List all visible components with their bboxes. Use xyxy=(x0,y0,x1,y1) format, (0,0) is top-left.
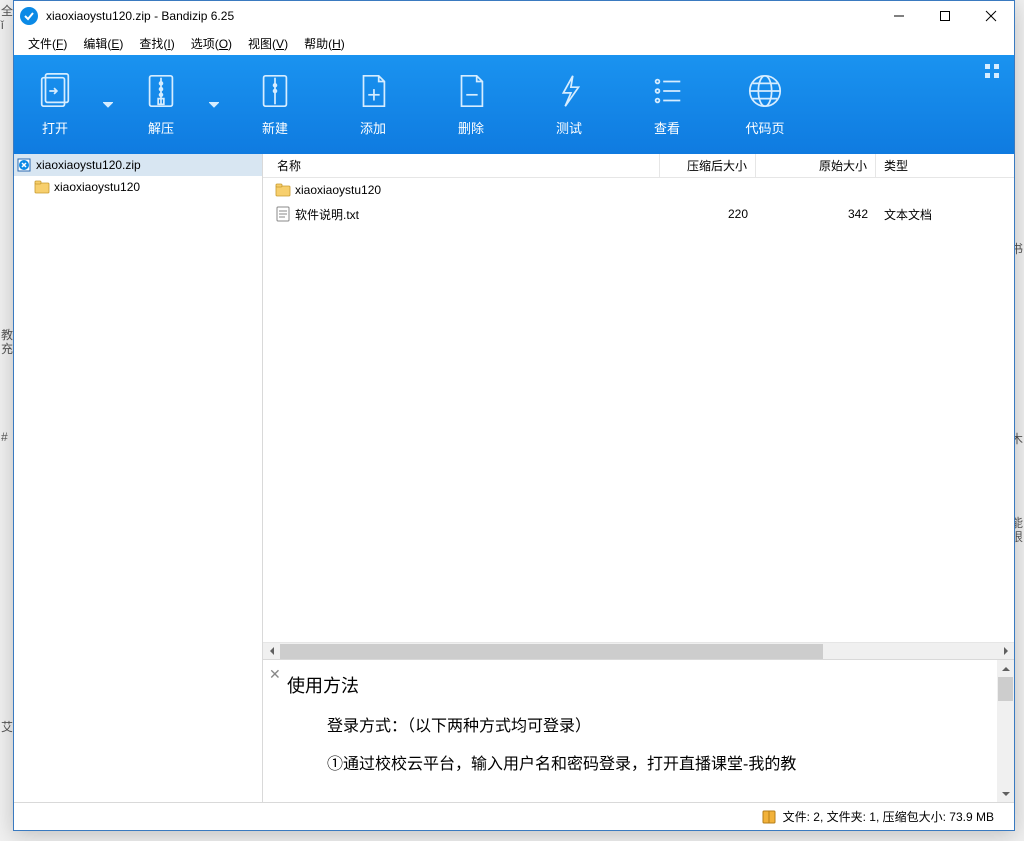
preview-title: 使用方法 xyxy=(287,672,990,698)
view-icon xyxy=(648,72,686,110)
open-dropdown[interactable] xyxy=(96,55,120,154)
toolbar-grid-icon[interactable] xyxy=(984,63,1002,81)
extract-icon xyxy=(142,72,180,110)
app-icon xyxy=(20,7,38,25)
text-file-icon xyxy=(275,206,291,222)
minimize-button[interactable] xyxy=(876,1,922,31)
tree-child[interactable]: xiaoxiaoystu120 xyxy=(14,176,262,198)
menu-help[interactable]: 帮助(H) xyxy=(296,33,353,54)
scroll-up-icon[interactable] xyxy=(997,660,1014,677)
file-name: xiaoxiaoystu120 xyxy=(295,183,660,197)
zip-icon xyxy=(16,157,32,173)
window-title: xiaoxiaoystu120.zip - Bandizip 6.25 xyxy=(46,9,234,23)
scroll-left-icon[interactable] xyxy=(263,643,280,660)
titlebar[interactable]: xiaoxiaoystu120.zip - Bandizip 6.25 xyxy=(14,1,1014,31)
scroll-down-icon[interactable] xyxy=(997,785,1014,802)
delete-label: 删除 xyxy=(458,118,484,137)
close-button[interactable] xyxy=(968,1,1014,31)
col-original[interactable]: 原始大小 xyxy=(756,154,876,177)
col-name[interactable]: 名称 xyxy=(263,154,660,177)
file-original: 342 xyxy=(756,207,876,221)
menubar: 文件(F) 编辑(E) 查找(I) 选项(O) 视图(V) 帮助(H) xyxy=(14,31,1014,55)
toolbar: 打开 解压 新建 添加 删除 测试 xyxy=(14,55,1014,154)
status-text: 文件: 2, 文件夹: 1, 压缩包大小: 73.9 MB xyxy=(783,808,994,825)
new-icon xyxy=(256,72,294,110)
preview-line: 登录方式：（以下两种方式均可登录） xyxy=(327,712,990,736)
test-label: 测试 xyxy=(556,118,582,137)
add-button[interactable]: 添加 xyxy=(324,55,422,154)
codepage-label: 代码页 xyxy=(745,118,784,137)
delete-icon xyxy=(452,72,490,110)
file-list[interactable]: xiaoxiaoystu120 软件说明.txt 220 342 文本文档 xyxy=(263,178,1014,642)
statusbar: 文件: 2, 文件夹: 1, 压缩包大小: 73.9 MB xyxy=(14,802,1014,830)
maximize-button[interactable] xyxy=(922,1,968,31)
list-item[interactable]: xiaoxiaoystu120 xyxy=(263,178,1014,202)
app-window: xiaoxiaoystu120.zip - Bandizip 6.25 文件(F… xyxy=(13,0,1015,831)
view-button[interactable]: 查看 xyxy=(618,55,716,154)
codepage-button[interactable]: 代码页 xyxy=(716,55,814,154)
open-button[interactable]: 打开 xyxy=(14,55,96,154)
tree-panel[interactable]: xiaoxiaoystu120.zip xiaoxiaoystu120 xyxy=(14,154,263,802)
menu-file[interactable]: 文件(F) xyxy=(20,33,75,54)
delete-button[interactable]: 删除 xyxy=(422,55,520,154)
preview-line: ①通过校校云平台，输入用户名和密码登录，打开直播课堂-我的教 xyxy=(327,750,990,774)
menu-find[interactable]: 查找(I) xyxy=(131,33,182,54)
file-compressed: 220 xyxy=(660,207,756,221)
globe-icon xyxy=(746,72,784,110)
view-label: 查看 xyxy=(654,118,680,137)
menu-options[interactable]: 选项(O) xyxy=(183,33,240,54)
col-type[interactable]: 类型 xyxy=(876,154,1014,177)
scroll-thumb[interactable] xyxy=(998,677,1013,701)
list-header[interactable]: 名称 压缩后大小 原始大小 类型 xyxy=(263,154,1014,178)
new-label: 新建 xyxy=(262,118,288,137)
file-name: 软件说明.txt xyxy=(295,206,660,223)
desktop-hint: 艾 xyxy=(1,720,13,734)
list-item[interactable]: 软件说明.txt 220 342 文本文档 xyxy=(263,202,1014,226)
close-preview-icon[interactable]: ✕ xyxy=(269,666,281,683)
tree-root-label: xiaoxiaoystu120.zip xyxy=(36,158,141,172)
menu-view[interactable]: 视图(V) xyxy=(240,33,296,54)
archive-icon xyxy=(761,809,777,825)
scroll-right-icon[interactable] xyxy=(997,643,1014,660)
tree-root[interactable]: xiaoxiaoystu120.zip xyxy=(14,154,262,176)
col-compressed[interactable]: 压缩后大小 xyxy=(660,154,756,177)
extract-dropdown[interactable] xyxy=(202,55,226,154)
new-button[interactable]: 新建 xyxy=(226,55,324,154)
test-icon xyxy=(550,72,588,110)
tree-child-label: xiaoxiaoystu120 xyxy=(54,180,140,194)
scroll-track[interactable] xyxy=(280,644,997,659)
open-icon xyxy=(36,72,74,110)
extract-label: 解压 xyxy=(148,118,174,137)
add-icon xyxy=(354,72,392,110)
folder-icon xyxy=(275,182,291,198)
preview-vertical-scrollbar[interactable] xyxy=(997,660,1014,802)
folder-icon xyxy=(34,179,50,195)
menu-edit[interactable]: 编辑(E) xyxy=(75,33,131,54)
test-button[interactable]: 测试 xyxy=(520,55,618,154)
scroll-thumb[interactable] xyxy=(280,644,823,659)
file-type: 文本文档 xyxy=(876,206,1014,223)
horizontal-scrollbar[interactable] xyxy=(263,642,1014,659)
body: xiaoxiaoystu120.zip xiaoxiaoystu120 名称 压… xyxy=(14,154,1014,802)
add-label: 添加 xyxy=(360,118,386,137)
preview-panel: ✕ 使用方法 登录方式：（以下两种方式均可登录） ①通过校校云平台，输入用户名和… xyxy=(263,659,1014,802)
extract-button[interactable]: 解压 xyxy=(120,55,202,154)
desktop-hint: 教充 xyxy=(1,328,13,356)
open-label: 打开 xyxy=(42,118,68,137)
main-panel: 名称 压缩后大小 原始大小 类型 xiaoxiaoystu120 xyxy=(263,154,1014,802)
